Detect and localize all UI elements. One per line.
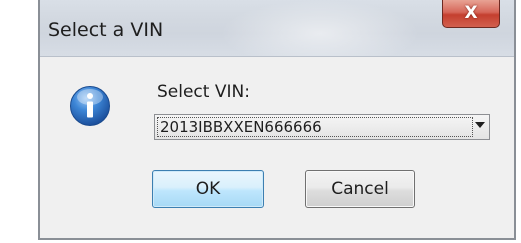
close-icon: X bbox=[464, 3, 478, 23]
close-button[interactable]: X bbox=[442, 0, 500, 28]
dialog-content: Select VIN: 2013IBBXXEN666666 OK Cancel bbox=[40, 57, 514, 238]
window-title: Select a VIN bbox=[48, 19, 164, 41]
chevron-down-icon[interactable] bbox=[475, 122, 485, 128]
select-vin-dialog: Select a VIN X Select VIN: 2013IBBXXEN66… bbox=[38, 0, 516, 240]
info-icon bbox=[70, 86, 110, 126]
ok-button[interactable]: OK bbox=[152, 170, 264, 208]
select-vin-label: Select VIN: bbox=[157, 82, 250, 102]
title-bar-glow bbox=[220, 0, 420, 56]
vin-select-value: 2013IBBXXEN666666 bbox=[157, 117, 473, 137]
cancel-button[interactable]: Cancel bbox=[305, 170, 415, 208]
vin-select-dropdown[interactable]: 2013IBBXXEN666666 bbox=[154, 114, 490, 140]
title-bar[interactable]: Select a VIN X bbox=[40, 0, 514, 57]
